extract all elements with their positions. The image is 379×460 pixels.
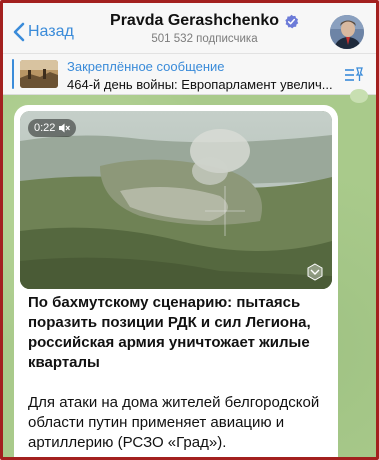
video-frame — [20, 111, 332, 289]
message-body: Для атаки на дома жителей белгородской о… — [28, 394, 320, 451]
video-duration: 0:22 — [34, 122, 56, 134]
channel-avatar[interactable] — [330, 15, 364, 49]
pinned-message-bar[interactable]: Закреплённое сообщение 464-й день войны:… — [3, 53, 376, 95]
subscriber-count: 501 532 подписчика — [151, 33, 258, 45]
channel-info[interactable]: Pravda Gerashchenko 501 532 подписчика — [93, 12, 316, 45]
video-duration-badge: 0:22 — [28, 119, 77, 137]
pinned-thumbnail — [20, 60, 58, 88]
chat-header: Назад Pravda Gerashchenko 501 532 подпис… — [3, 3, 376, 53]
pin-list-icon[interactable] — [344, 65, 364, 83]
pin-indicator — [12, 59, 14, 89]
back-button[interactable]: Назад — [12, 21, 74, 43]
pinned-text: 464-й день войны: Европарламент увелич..… — [67, 77, 333, 92]
back-label: Назад — [28, 23, 74, 40]
verified-badge-icon — [285, 14, 299, 28]
video-player[interactable]: 0:22 — [20, 111, 332, 289]
muted-speaker-icon[interactable] — [59, 123, 71, 133]
message-headline: По бахмутскому сценарию: пытаясь поразит… — [28, 294, 311, 371]
message-bubble: 0:22 По бахмутскому сценарию: пытаясь по… — [14, 105, 338, 457]
pinned-label: Закреплённое сообщение — [67, 59, 225, 74]
video-corner-icon[interactable] — [306, 263, 324, 281]
scroll-indicator — [350, 89, 368, 103]
avatar-image — [330, 15, 364, 49]
channel-name: Pravda Gerashchenko — [110, 12, 279, 29]
screenshot-frame: Назад Pravda Gerashchenko 501 532 подпис… — [0, 0, 379, 460]
chevron-left-icon — [13, 22, 25, 42]
